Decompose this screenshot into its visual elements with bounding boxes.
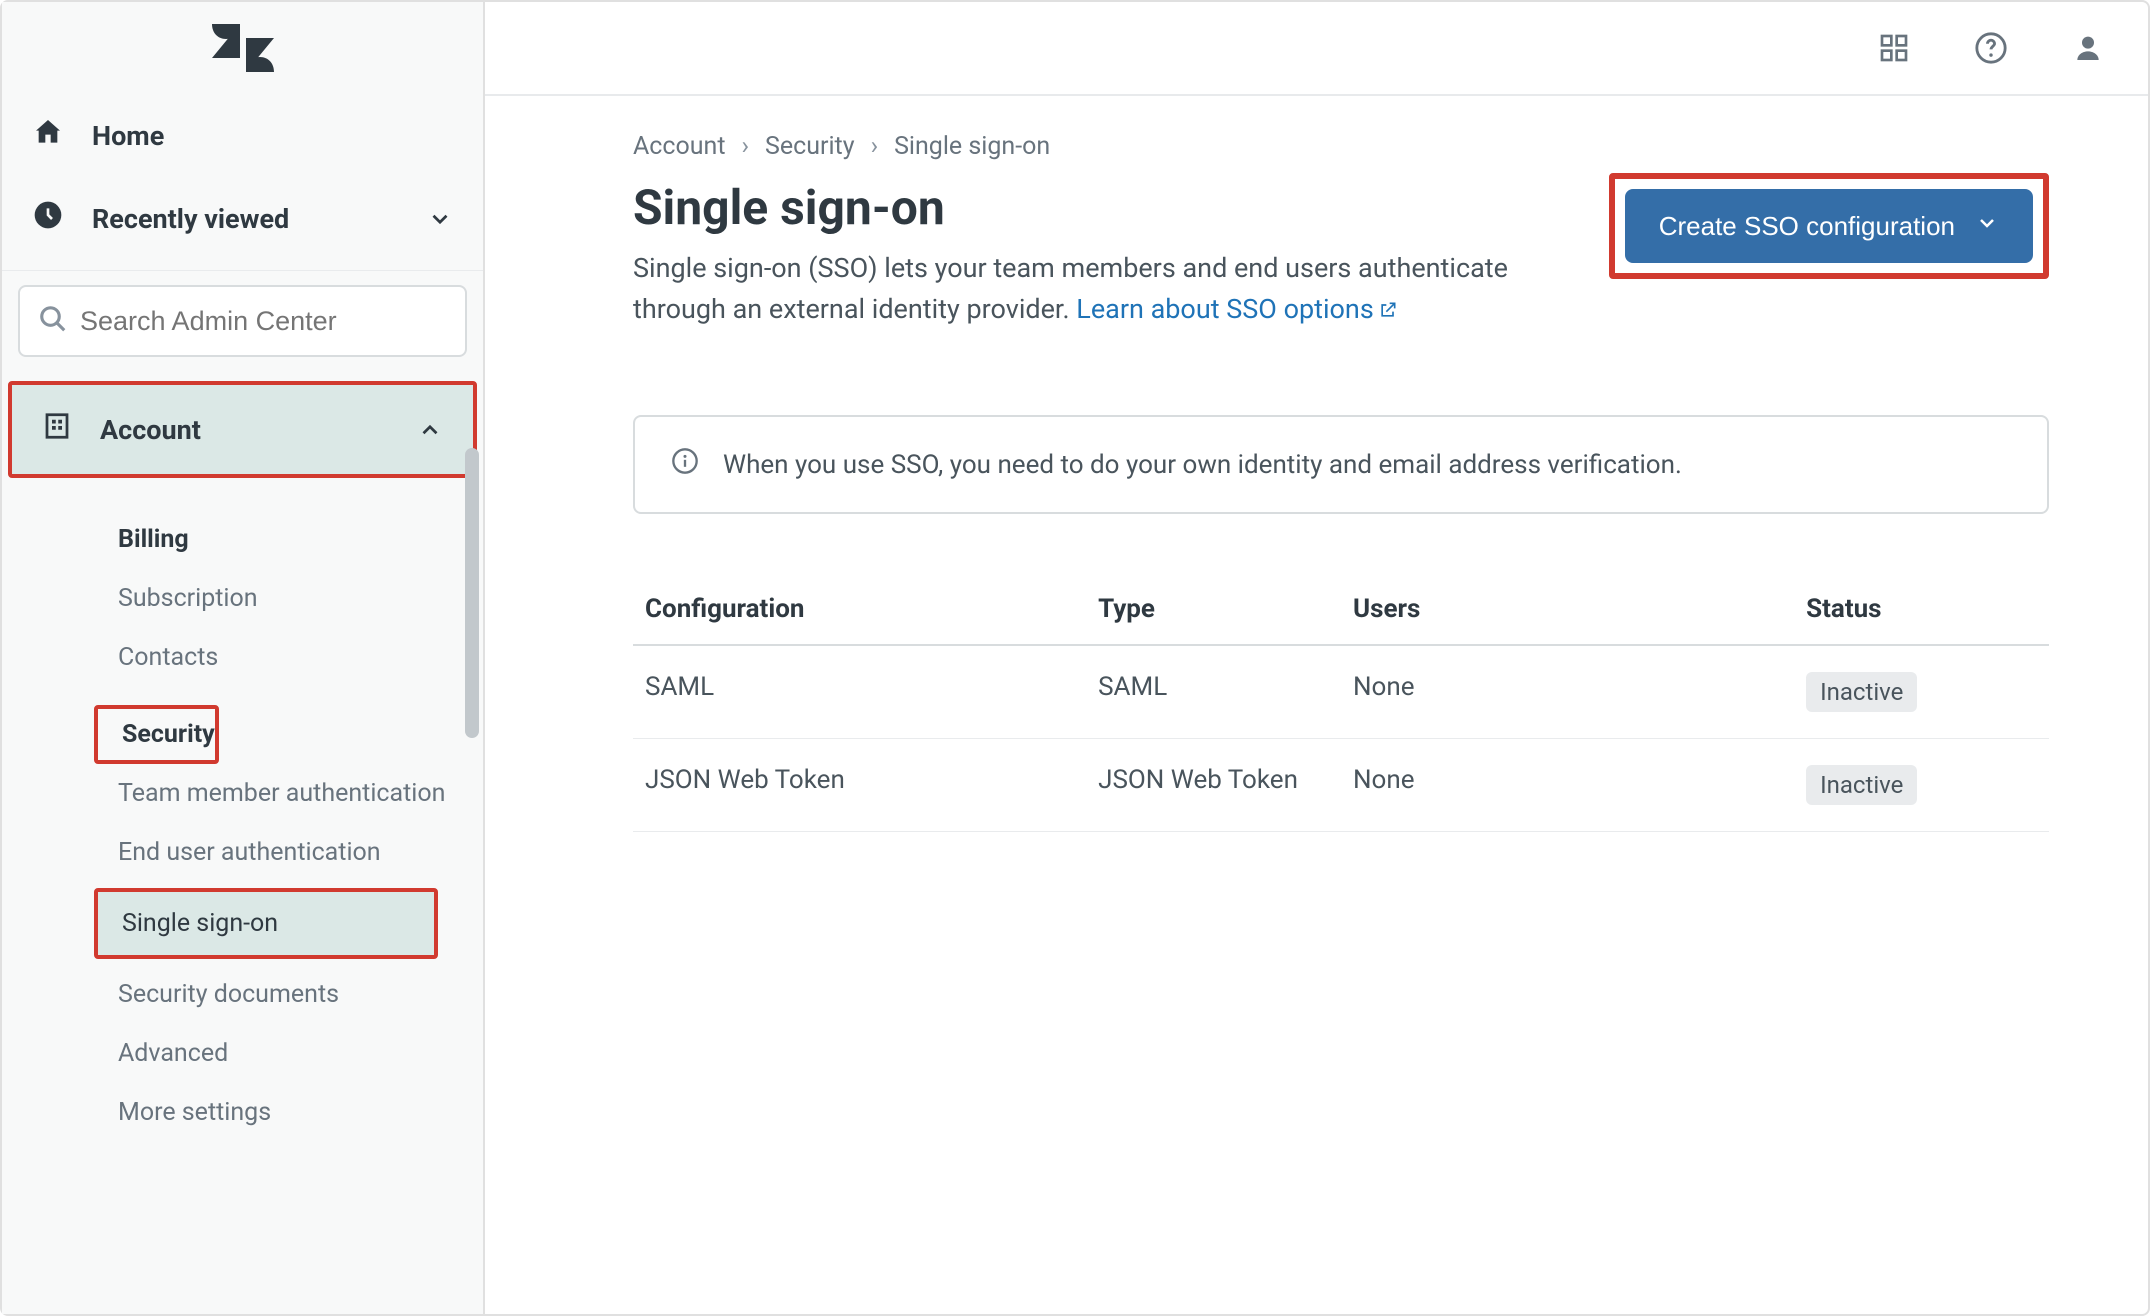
create-sso-highlight: Create SSO configuration bbox=[1609, 173, 2049, 279]
table-header-row: Configuration Type Users Status bbox=[633, 574, 2049, 645]
search-container bbox=[2, 270, 483, 381]
breadcrumb-account[interactable]: Account bbox=[633, 132, 726, 161]
search-box[interactable] bbox=[18, 285, 467, 357]
nav-recently-label: Recently viewed bbox=[92, 203, 289, 235]
sidebar-item-billing[interactable]: Billing bbox=[2, 510, 483, 569]
topbar bbox=[485, 2, 2148, 96]
page-header-row: Single sign-on Single sign-on (SSO) lets… bbox=[633, 179, 2049, 331]
help-icon[interactable] bbox=[1974, 31, 2008, 65]
cell-users: None bbox=[1341, 645, 1794, 739]
cell-type: JSON Web Token bbox=[1086, 739, 1341, 832]
clock-icon bbox=[32, 199, 64, 238]
apps-icon[interactable] bbox=[1878, 32, 1910, 64]
sidebar-item-end-user-auth[interactable]: End user authentication bbox=[2, 823, 483, 882]
chevron-down-icon bbox=[1975, 211, 1999, 242]
sidebar-item-security[interactable]: Security bbox=[94, 705, 219, 764]
profile-icon[interactable] bbox=[2072, 32, 2104, 64]
chevron-down-icon bbox=[427, 206, 453, 232]
table-row[interactable]: JSON Web Token JSON Web Token None Inact… bbox=[633, 739, 2049, 832]
sidebar-item-contacts[interactable]: Contacts bbox=[2, 628, 483, 687]
sidebar-section-account[interactable]: Account bbox=[8, 381, 477, 478]
home-icon bbox=[32, 116, 64, 155]
page-description: Single sign-on (SSO) lets your team memb… bbox=[633, 248, 1513, 331]
table-row[interactable]: SAML SAML None Inactive bbox=[633, 645, 2049, 739]
breadcrumb-sso: Single sign-on bbox=[894, 132, 1050, 161]
sidebar-item-team-auth[interactable]: Team member authentication bbox=[2, 764, 483, 823]
content-area: Account › Security › Single sign-on Sing… bbox=[485, 96, 2105, 832]
primary-nav: Home Recently viewed bbox=[2, 94, 483, 270]
sidebar-item-advanced[interactable]: Advanced bbox=[2, 1024, 483, 1083]
sidebar-item-subscription[interactable]: Subscription bbox=[2, 569, 483, 628]
section-account-label: Account bbox=[100, 414, 201, 446]
info-banner: When you use SSO, you need to do your ow… bbox=[633, 415, 2049, 514]
sidebar-item-sso-highlight: Single sign-on bbox=[94, 888, 438, 959]
create-sso-label: Create SSO configuration bbox=[1659, 211, 1955, 242]
learn-sso-link[interactable]: Learn about SSO options bbox=[1076, 293, 1398, 325]
col-type: Type bbox=[1086, 574, 1341, 645]
info-icon bbox=[671, 447, 699, 482]
sidebar-item-more-settings[interactable]: More settings bbox=[2, 1083, 483, 1142]
search-icon bbox=[38, 304, 68, 338]
sidebar: Home Recently viewed Account B bbox=[2, 2, 485, 1314]
breadcrumb-security[interactable]: Security bbox=[765, 132, 855, 161]
breadcrumb: Account › Security › Single sign-on bbox=[633, 132, 2049, 161]
account-subnav: Billing Subscription Contacts Security T… bbox=[2, 478, 483, 1142]
chevron-right-icon: › bbox=[742, 132, 750, 161]
chevron-right-icon: › bbox=[871, 132, 879, 161]
col-status: Status bbox=[1794, 574, 2049, 645]
nav-home[interactable]: Home bbox=[2, 94, 483, 177]
chevron-up-icon bbox=[417, 417, 443, 443]
nav-recently-viewed[interactable]: Recently viewed bbox=[2, 177, 483, 260]
cell-users: None bbox=[1341, 739, 1794, 832]
page-title: Single sign-on bbox=[633, 179, 1569, 236]
info-banner-text: When you use SSO, you need to do your ow… bbox=[723, 450, 1682, 480]
status-badge: Inactive bbox=[1806, 765, 1917, 805]
col-users: Users bbox=[1341, 574, 1794, 645]
brand-logo bbox=[2, 2, 483, 94]
sidebar-item-sso[interactable]: Single sign-on bbox=[98, 892, 434, 955]
cell-config: JSON Web Token bbox=[633, 739, 1086, 832]
external-link-icon bbox=[1378, 291, 1398, 332]
nav-home-label: Home bbox=[92, 120, 164, 152]
zendesk-logo-icon bbox=[212, 24, 274, 72]
sso-config-table: Configuration Type Users Status SAML SAM… bbox=[633, 574, 2049, 832]
cell-config: SAML bbox=[633, 645, 1086, 739]
cell-type: SAML bbox=[1086, 645, 1341, 739]
sidebar-item-security-docs[interactable]: Security documents bbox=[2, 965, 483, 1024]
col-config: Configuration bbox=[633, 574, 1086, 645]
search-input[interactable] bbox=[80, 306, 447, 337]
sidebar-scrollbar-thumb[interactable] bbox=[465, 448, 479, 738]
create-sso-button[interactable]: Create SSO configuration bbox=[1625, 189, 2033, 263]
status-badge: Inactive bbox=[1806, 672, 1917, 712]
learn-sso-link-text: Learn about SSO options bbox=[1076, 293, 1374, 325]
building-icon bbox=[42, 411, 72, 448]
main-panel: Account › Security › Single sign-on Sing… bbox=[485, 2, 2148, 1314]
